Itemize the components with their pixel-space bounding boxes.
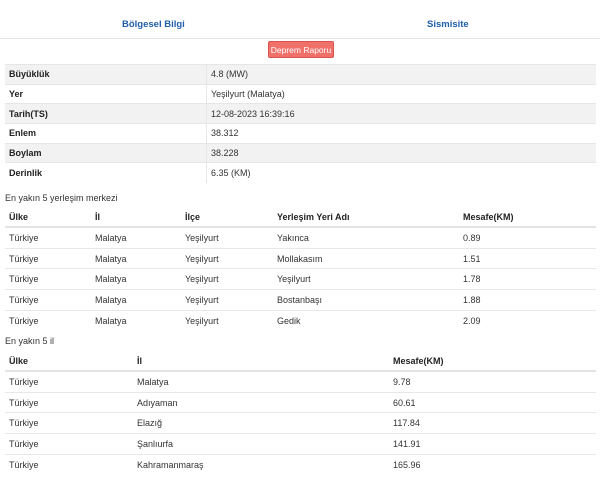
column-header: Ülke bbox=[5, 207, 91, 228]
table-cell: Yeşilyurt bbox=[181, 268, 273, 290]
info-label: Enlem bbox=[5, 123, 207, 144]
info-row-depth: Derinlik 6.35 (KM) bbox=[5, 162, 596, 183]
table-row: Türkiye Malatya Yeşilyurt Bostanbaşı 1.8… bbox=[5, 289, 596, 311]
earthquake-info-table: Büyüklük 4.8 (MW) Yer Yeşilyurt (Malatya… bbox=[5, 64, 596, 183]
table-cell: Elazığ bbox=[133, 412, 389, 434]
nearest-cities-table: Ülke İl Mesafe(KM) Türkiye Malatya 9.78 … bbox=[5, 351, 596, 475]
table-row: Türkiye Malatya Yeşilyurt Gedik 2.09 bbox=[5, 309, 596, 331]
tab-regional-info[interactable]: Bölgesel Bilgi bbox=[122, 19, 185, 30]
info-label: Derinlik bbox=[5, 162, 207, 183]
table-cell: Kahramanmaraş bbox=[133, 453, 389, 475]
tab-seismicity[interactable]: Sismisite bbox=[427, 19, 469, 30]
info-label: Tarih(TS) bbox=[5, 103, 207, 124]
table-row: Türkiye Kahramanmaraş 165.96 bbox=[5, 453, 596, 475]
table-cell: Türkiye bbox=[5, 370, 133, 393]
column-header: İl bbox=[91, 207, 181, 228]
earthquake-report-button[interactable]: Deprem Raporu bbox=[268, 41, 334, 58]
table-cell: Türkiye bbox=[5, 433, 133, 455]
table-cell: 0.89 bbox=[459, 226, 596, 249]
info-row-date: Tarih(TS) 12-08-2023 16:39:16 bbox=[5, 103, 596, 124]
column-header: İlçe bbox=[181, 207, 273, 228]
info-row-longitude: Boylam 38.228 bbox=[5, 142, 596, 163]
info-label: Boylam bbox=[5, 142, 207, 163]
column-header: Ülke bbox=[5, 351, 133, 372]
nearest-settlements-table: Ülke İl İlçe Yerleşim Yeri Adı Mesafe(KM… bbox=[5, 207, 596, 331]
column-header: Mesafe(KM) bbox=[389, 351, 596, 372]
table-cell: Malatya bbox=[91, 268, 181, 290]
table-row: Türkiye Adıyaman 60.61 bbox=[5, 391, 596, 413]
table-row: Türkiye Malatya 9.78 bbox=[5, 370, 596, 393]
info-value: 6.35 (KM) bbox=[206, 162, 596, 183]
table-header-row: Ülke İl İlçe Yerleşim Yeri Adı Mesafe(KM… bbox=[5, 207, 596, 228]
table-row: Türkiye Elazığ 117.84 bbox=[5, 412, 596, 434]
nearest-cities-title: En yakın 5 il bbox=[5, 336, 55, 346]
table-cell: Türkiye bbox=[5, 309, 91, 331]
table-cell: Türkiye bbox=[5, 391, 133, 413]
column-header: Yerleşim Yeri Adı bbox=[273, 207, 459, 228]
table-cell: 60.61 bbox=[389, 391, 596, 413]
table-cell: 165.96 bbox=[389, 453, 596, 475]
table-cell: Gedik bbox=[273, 309, 459, 331]
table-cell: Türkiye bbox=[5, 268, 91, 290]
info-value: 38.312 bbox=[206, 123, 596, 144]
table-cell: Yeşilyurt bbox=[181, 226, 273, 249]
info-row-location: Yer Yeşilyurt (Malatya) bbox=[5, 83, 596, 104]
info-label: Yer bbox=[5, 83, 207, 104]
table-cell: Yeşilyurt bbox=[181, 247, 273, 269]
nearest-settlements-title: En yakın 5 yerleşim merkezi bbox=[5, 193, 118, 203]
table-cell: Malatya bbox=[91, 247, 181, 269]
tab-bar: Bölgesel Bilgi Sismisite bbox=[0, 0, 600, 39]
table-cell: Yeşilyurt bbox=[273, 268, 459, 290]
column-header: Mesafe(KM) bbox=[459, 207, 596, 228]
table-row: Türkiye Malatya Yeşilyurt Yakınca 0.89 bbox=[5, 226, 596, 249]
table-cell: Yakınca bbox=[273, 226, 459, 249]
table-row: Türkiye Şanlıurfa 141.91 bbox=[5, 433, 596, 455]
table-cell: 2.09 bbox=[459, 309, 596, 331]
table-header-row: Ülke İl Mesafe(KM) bbox=[5, 351, 596, 372]
info-value: Yeşilyurt (Malatya) bbox=[206, 83, 596, 104]
info-row-magnitude: Büyüklük 4.8 (MW) bbox=[5, 64, 596, 85]
table-cell: Türkiye bbox=[5, 247, 91, 269]
table-cell: Türkiye bbox=[5, 412, 133, 434]
info-value: 38.228 bbox=[206, 142, 596, 163]
info-label: Büyüklük bbox=[5, 64, 207, 85]
table-cell: 9.78 bbox=[389, 370, 596, 393]
column-header: İl bbox=[133, 351, 389, 372]
table-cell: Yeşilyurt bbox=[181, 309, 273, 331]
info-value: 4.8 (MW) bbox=[206, 64, 596, 85]
table-cell: Türkiye bbox=[5, 289, 91, 311]
table-cell: Malatya bbox=[91, 226, 181, 249]
table-cell: Bostanbaşı bbox=[273, 289, 459, 311]
table-row: Türkiye Malatya Yeşilyurt Mollakasım 1.5… bbox=[5, 247, 596, 269]
table-cell: Yeşilyurt bbox=[181, 289, 273, 311]
table-row: Türkiye Malatya Yeşilyurt Yeşilyurt 1.78 bbox=[5, 268, 596, 290]
table-cell: 117.84 bbox=[389, 412, 596, 434]
table-cell: Adıyaman bbox=[133, 391, 389, 413]
table-cell: Malatya bbox=[91, 289, 181, 311]
table-cell: Malatya bbox=[133, 370, 389, 393]
info-value: 12-08-2023 16:39:16 bbox=[206, 103, 596, 124]
table-cell: 1.78 bbox=[459, 268, 596, 290]
table-cell: 1.88 bbox=[459, 289, 596, 311]
info-row-latitude: Enlem 38.312 bbox=[5, 123, 596, 144]
table-cell: Türkiye bbox=[5, 226, 91, 249]
table-cell: Türkiye bbox=[5, 453, 133, 475]
table-cell: Şanlıurfa bbox=[133, 433, 389, 455]
table-cell: Malatya bbox=[91, 309, 181, 331]
table-cell: 141.91 bbox=[389, 433, 596, 455]
table-cell: 1.51 bbox=[459, 247, 596, 269]
table-cell: Mollakasım bbox=[273, 247, 459, 269]
